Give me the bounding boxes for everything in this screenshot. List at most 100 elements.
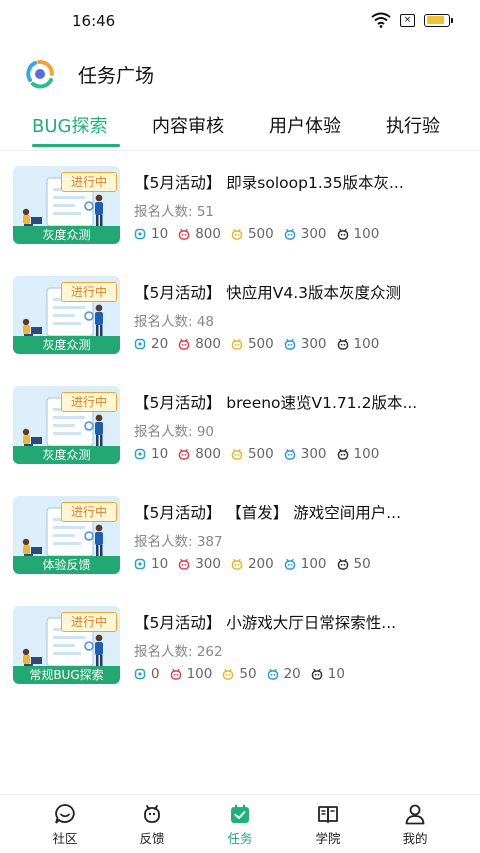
app-logo-icon <box>26 59 55 89</box>
ongoing-badge: 进行中 <box>61 172 117 192</box>
black-bug-icon <box>311 668 322 680</box>
blue-bug-icon <box>284 338 295 350</box>
reward-item: 100 <box>284 556 327 572</box>
reward-value: 800 <box>195 226 221 242</box>
yellow-bug-icon <box>231 448 243 460</box>
reward-item: 50 <box>337 556 371 572</box>
task-thumbnail: 进行中灰度众测 <box>13 276 120 354</box>
reward-value: 10 <box>151 446 169 462</box>
nav-label: 任务 <box>227 831 253 846</box>
task-thumbnail: 进行中 常规BUG探索 <box>13 606 120 684</box>
black-bug-icon <box>337 228 348 240</box>
reward-item: 20 <box>134 336 168 352</box>
reward-value: 0 <box>151 666 160 682</box>
reward-item: 100 <box>337 446 380 462</box>
active-tab-indicator <box>32 144 120 147</box>
task-title: 【5月活动】 即录soloop1.35版本灰... <box>134 174 404 192</box>
reward-item: 800 <box>178 446 221 462</box>
nav-feedback[interactable]: 反馈 <box>122 803 182 847</box>
task-thumbnail: 进行中 灰度众测 <box>13 166 120 244</box>
reward-value: 300 <box>300 446 327 462</box>
reward-item: 10 <box>134 446 168 462</box>
reward-item: 200 <box>231 556 274 572</box>
task-thumbnail: 进行中 灰度众测 <box>13 386 120 464</box>
coin-icon <box>134 228 146 240</box>
reward-item: 0 <box>134 666 160 682</box>
tab-user-experience[interactable]: 用户体验 <box>269 112 341 138</box>
tab-execution-test[interactable]: 执行验 <box>386 112 440 138</box>
book-icon <box>318 806 338 823</box>
task-item[interactable]: 进行中 体验反馈 【5月活动】 【首发】 游戏空间用户... 报名人数: 387 10 3… <box>0 496 480 576</box>
task-item[interactable]: 进行中 灰度众测 【5月活动】 breeno速览V1.71.2版本... 报名人数: … <box>0 386 480 466</box>
reward-list: 0 100 50 20 10 <box>134 666 355 682</box>
reward-item: 50 <box>222 666 257 682</box>
reward-value: 300 <box>300 226 327 242</box>
reward-item: 300 <box>284 446 327 462</box>
ongoing-badge: 进行中 <box>61 282 117 302</box>
coin-icon <box>134 668 146 680</box>
signup-count: 报名人数: 387 <box>134 534 223 550</box>
task-type-label: 灰度众测 <box>13 446 120 464</box>
reward-list: 10 300 200 100 50 <box>134 556 381 572</box>
reward-value: 500 <box>247 336 274 352</box>
reward-value: 100 <box>353 226 380 242</box>
tab-bug-explore[interactable]: BUG探索 <box>32 112 107 138</box>
reward-value: 800 <box>195 336 221 352</box>
blue-bug-icon <box>284 448 295 460</box>
reward-value: 500 <box>247 226 274 242</box>
red-bug-icon <box>178 448 190 460</box>
reward-value: 500 <box>247 446 274 462</box>
reward-value: 100 <box>300 556 327 572</box>
reward-item: 500 <box>231 336 274 352</box>
task-calendar-icon <box>231 804 249 823</box>
bottom-nav: 社区 反馈 任务 学院 我的 <box>0 794 480 853</box>
blue-bug-icon <box>284 228 295 240</box>
blue-bug-icon <box>284 558 295 570</box>
reward-value: 20 <box>151 336 169 352</box>
reward-list: 10 800 500 300 100 <box>134 226 389 242</box>
nav-academy[interactable]: 学院 <box>298 803 358 847</box>
reward-value: 300 <box>300 336 327 352</box>
nav-profile[interactable]: 我的 <box>385 803 445 847</box>
reward-item: 100 <box>337 226 380 242</box>
signup-count: 报名人数: 48 <box>134 314 215 330</box>
reward-value: 300 <box>195 556 221 572</box>
task-type-label: 灰度众测 <box>13 336 120 354</box>
ongoing-badge: 进行中 <box>61 502 117 522</box>
reward-value: 100 <box>353 336 380 352</box>
divider <box>0 150 480 151</box>
reward-item: 20 <box>267 666 301 682</box>
signup-count: 报名人数: 262 <box>134 644 223 660</box>
task-title: 【5月活动】 breeno速览V1.71.2版本... <box>134 394 418 412</box>
reward-value: 50 <box>239 666 257 682</box>
chat-smile-icon <box>55 804 75 824</box>
nav-tasks[interactable]: 任务 <box>210 803 270 847</box>
battery-level-fill <box>426 16 444 24</box>
reward-item: 300 <box>178 556 221 572</box>
user-icon <box>405 804 425 825</box>
red-bug-icon <box>178 558 190 570</box>
task-thumbnail: 进行中体验反馈 <box>13 496 120 574</box>
status-bar: 16:46 × <box>0 0 480 42</box>
task-item[interactable]: 进行中 灰度众测 【5月活动】 即录soloop1.35版本灰... 报名人数: 51… <box>0 166 480 246</box>
task-title: 【5月活动】 小游戏大厅日常探索性... <box>134 614 397 632</box>
task-item[interactable]: 进行中 常规BUG探索 【5月活动】 小游戏大厅日常探索性... 报名人数: 262 0… <box>0 606 480 686</box>
reward-item: 300 <box>284 336 327 352</box>
black-bug-icon <box>337 558 348 570</box>
reward-list: 20 800 500 300 100 <box>134 336 389 352</box>
reward-item: 100 <box>337 336 380 352</box>
reward-value: 50 <box>353 556 371 572</box>
status-time: 16:46 <box>72 12 116 30</box>
reward-value: 100 <box>353 446 380 462</box>
nav-community[interactable]: 社区 <box>35 803 95 847</box>
tab-content-review[interactable]: 内容审核 <box>152 112 224 138</box>
yellow-bug-icon <box>223 668 234 680</box>
nav-label: 我的 <box>402 831 428 846</box>
task-type-label: 常规BUG探索 <box>13 666 120 684</box>
task-type-label: 体验反馈 <box>13 556 120 574</box>
reward-value: 100 <box>186 666 213 682</box>
task-item[interactable]: 进行中 灰度众测 【5月活动】 快应用V4.3版本灰度众测 报名人数: 48 20 800… <box>0 276 480 356</box>
app-header: 任务广场 <box>0 56 480 92</box>
task-title: 【5月活动】 【首发】 游戏空间用户... <box>134 504 401 522</box>
red-bug-icon <box>170 668 181 680</box>
